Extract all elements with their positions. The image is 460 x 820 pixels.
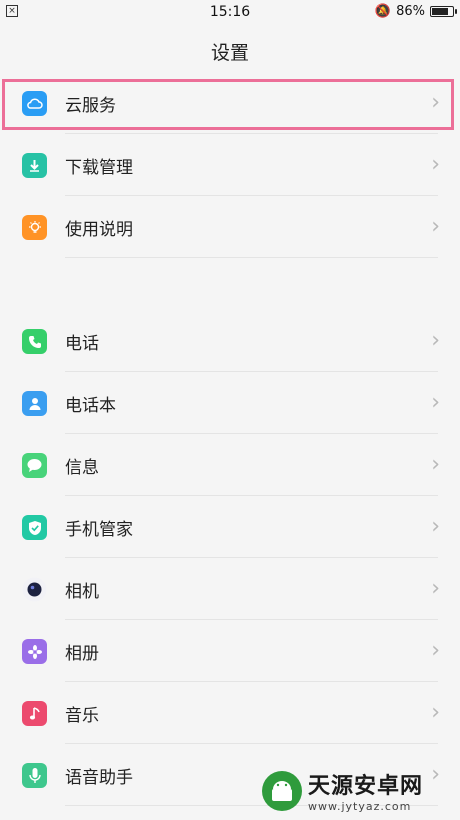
settings-item-bulb[interactable]: 使用说明 › <box>0 196 460 258</box>
page-title: 设置 <box>210 42 249 64</box>
watermark-title: 天源安卓网 <box>308 774 424 799</box>
bulb-icon <box>22 215 47 240</box>
settings-item-label: 电话 <box>65 334 99 354</box>
settings-item-gallery[interactable]: 相册 › <box>0 620 460 682</box>
settings-item-message[interactable]: 信息 › <box>0 434 460 496</box>
status-right: 🔕 86% <box>374 4 457 19</box>
settings-item-phone[interactable]: 电话 › <box>0 310 460 372</box>
settings-item-label: 信息 <box>65 458 99 478</box>
battery-percent: 86% <box>396 4 425 19</box>
bell-muted-icon: 🔕 <box>374 4 392 19</box>
cloud-icon <box>22 91 47 116</box>
divider <box>65 257 438 258</box>
chevron-right-icon: › <box>431 152 440 177</box>
phone-icon <box>22 329 47 354</box>
settings-item-label: 使用说明 <box>65 220 133 240</box>
settings-group-1: 云服务 › 下载管理 › 使用说明 › <box>0 72 460 258</box>
download-icon <box>22 153 47 178</box>
android-logo-icon <box>262 770 302 811</box>
music-icon <box>22 701 47 726</box>
chevron-right-icon: › <box>431 638 440 663</box>
settings-item-label: 相册 <box>65 644 99 664</box>
settings-item-label: 云服务 <box>65 96 116 116</box>
microphone-icon <box>22 763 47 788</box>
settings-item-label: 下载管理 <box>65 158 133 178</box>
shield-icon <box>22 515 47 540</box>
settings-item-label: 音乐 <box>65 706 99 726</box>
settings-item-label: 语音助手 <box>65 768 133 788</box>
chevron-right-icon: › <box>431 762 440 787</box>
chevron-right-icon: › <box>431 328 440 353</box>
contacts-icon <box>22 391 47 416</box>
chevron-right-icon: › <box>431 90 440 115</box>
chevron-right-icon: › <box>431 214 440 239</box>
settings-item-camera[interactable]: 相机 › <box>0 558 460 620</box>
chevron-right-icon: › <box>431 390 440 415</box>
settings-group-2: 电话 › 电话本 › 信息 › 手机管家 › 相机 › 相册 › 音乐 › 语音助手 › <box>0 310 460 806</box>
chevron-right-icon: › <box>431 452 440 477</box>
settings-item-label: 电话本 <box>65 396 116 416</box>
camera-icon <box>22 577 47 602</box>
settings-item-contacts[interactable]: 电话本 › <box>0 372 460 434</box>
chevron-right-icon: › <box>431 700 440 725</box>
settings-item-download[interactable]: 下载管理 › <box>0 134 460 196</box>
settings-item-label: 相机 <box>65 582 99 602</box>
settings-item-music[interactable]: 音乐 › <box>0 682 460 744</box>
chevron-right-icon: › <box>431 514 440 539</box>
battery-icon <box>430 6 457 17</box>
gallery-icon <box>22 639 47 664</box>
chevron-right-icon: › <box>431 576 440 601</box>
watermark: 天源安卓网 www.jytyaz.com <box>262 768 423 813</box>
watermark-url: www.jytyaz.com <box>308 800 412 813</box>
message-icon <box>22 453 47 478</box>
settings-item-cloud[interactable]: 云服务 › <box>0 72 460 134</box>
settings-item-label: 手机管家 <box>65 520 133 540</box>
status-bar: × 15:16 🔕 86% <box>0 0 460 26</box>
settings-item-shield[interactable]: 手机管家 › <box>0 496 460 558</box>
